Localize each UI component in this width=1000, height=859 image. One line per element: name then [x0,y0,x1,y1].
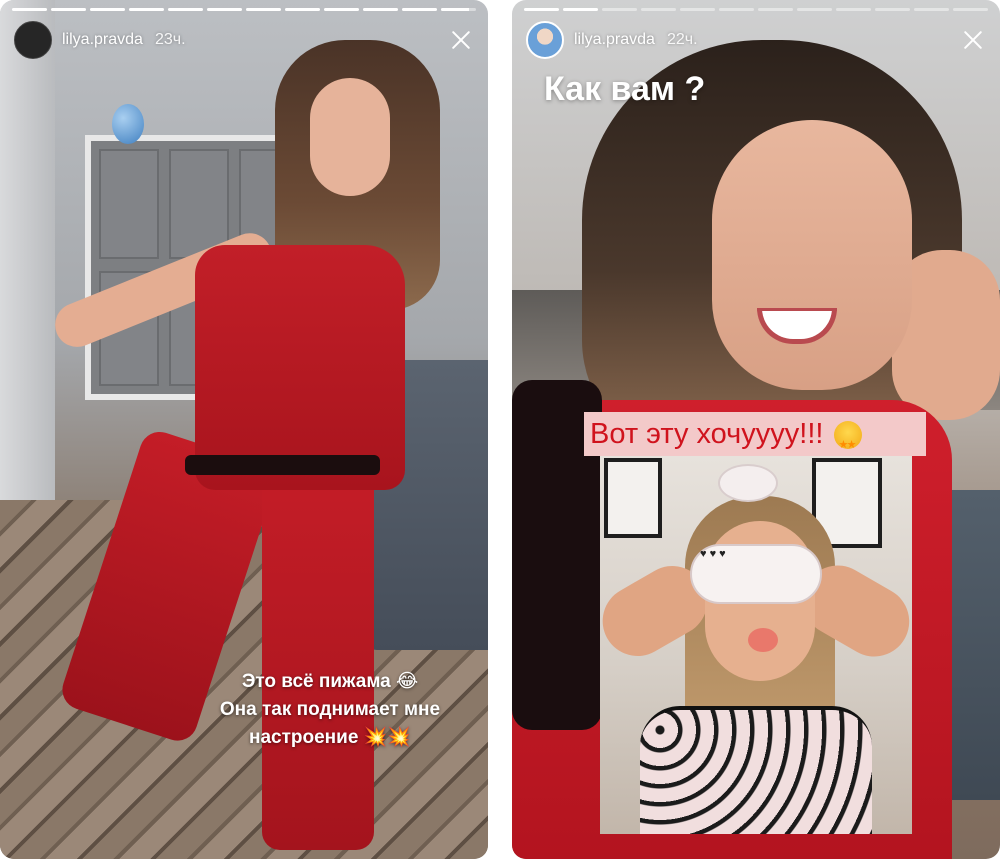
background-wall [0,0,55,520]
progress-segment [324,8,359,11]
story-progress-bar [12,8,476,11]
sleep-mask [690,544,822,604]
progress-segment [168,8,203,11]
progress-segment [875,8,910,11]
story-progress-bar [524,8,988,11]
progress-segment [914,8,949,11]
progress-segment [641,8,676,11]
progress-segment [719,8,754,11]
progress-segment [953,8,988,11]
close-icon[interactable] [958,25,988,55]
story-header: lilya.pravda 22ч. [526,20,988,60]
timestamp: 22ч. [666,31,698,48]
caption-line: Это всё пижама 😂 [241,671,419,692]
progress-segment [12,8,47,11]
story-question-text: Как вам ? [544,70,706,108]
progress-segment [129,8,164,11]
dancer-face [310,78,390,196]
progress-segment [441,8,476,11]
progress-segment [51,8,86,11]
dancer-lace-trim [185,455,380,475]
progress-segment [680,8,715,11]
embedded-photo [600,456,912,834]
progress-segment [246,8,281,11]
progress-segment [90,8,125,11]
balloon [112,104,144,144]
caption-line: Она так поднимает мне [219,699,441,720]
progress-segment [836,8,871,11]
username[interactable]: lilya.pravda [574,31,655,49]
timestamp: 23ч. [154,31,186,48]
star-struck-emoji-icon [833,421,862,467]
want-label: Вот эту хочуууу!!! [584,412,926,467]
model-pajama-top [640,706,872,834]
progress-segment [402,8,437,11]
story-caption: Это всё пижама 😂 Она так поднимает мне н… [180,668,480,752]
model-lips [748,628,778,652]
progress-segment [797,8,832,11]
story-viewer-left[interactable]: lilya.pravda 23ч. Это всё пижама 😂 Она т… [0,0,488,859]
progress-segment [207,8,242,11]
progress-segment [563,8,598,11]
progress-segment [524,8,559,11]
woman-face [712,120,912,390]
progress-segment [602,8,637,11]
want-label-text: Вот эту хочуууу!!! [590,418,824,450]
progress-segment [758,8,793,11]
close-icon[interactable] [446,25,476,55]
avatar[interactable] [14,21,52,59]
story-viewer-right[interactable]: lilya.pravda 22ч. Как вам ? Вот эту хочу… [512,0,1000,859]
username[interactable]: lilya.pravda [62,31,143,49]
scrunchie [718,464,778,502]
dancer-pajama-top [195,245,405,490]
caption-line: настроение 💥💥 [248,727,411,748]
progress-segment [363,8,398,11]
dancer-pants-right-leg [262,470,374,850]
avatar[interactable] [526,21,564,59]
progress-segment [285,8,320,11]
wall-art [604,458,662,538]
story-header: lilya.pravda 23ч. [14,20,476,60]
